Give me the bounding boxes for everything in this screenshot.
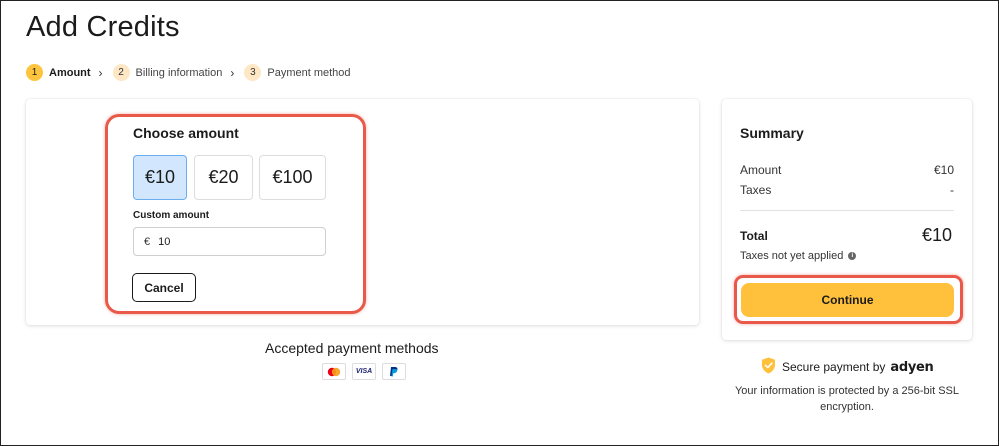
step-label: Billing information bbox=[135, 66, 223, 79]
chevron-right-icon: › bbox=[230, 65, 235, 80]
total-value: €10 bbox=[921, 225, 952, 245]
visa-text: VISA bbox=[355, 368, 373, 375]
continue-button[interactable]: Continue bbox=[741, 283, 954, 317]
step-billing-information[interactable]: 2 Billing information bbox=[112, 64, 223, 81]
currency-prefix: € bbox=[144, 235, 151, 248]
step-number: 3 bbox=[244, 64, 262, 81]
summary-taxes-value: - bbox=[950, 183, 954, 197]
choose-amount-title: Choose amount bbox=[133, 125, 239, 141]
custom-amount-input[interactable] bbox=[158, 235, 309, 248]
custom-amount-label: Custom amount bbox=[133, 210, 210, 221]
step-number: 2 bbox=[112, 64, 130, 81]
summary-divider bbox=[740, 210, 954, 211]
amount-option-10[interactable]: €10 bbox=[133, 155, 187, 200]
page-title: Add Credits bbox=[26, 11, 180, 43]
step-label: Payment method bbox=[267, 66, 351, 79]
adyen-logo: adyen bbox=[890, 359, 934, 375]
secure-payment-line: Secure payment by adyen bbox=[761, 357, 934, 377]
total-label: Total bbox=[740, 229, 768, 243]
visa-icon: VISA bbox=[352, 363, 376, 380]
step-number: 1 bbox=[26, 64, 43, 81]
amount-option-100[interactable]: €100 bbox=[259, 155, 326, 200]
ssl-description: Your information is protected by a 256-b… bbox=[734, 385, 959, 413]
step-label: Amount bbox=[49, 66, 91, 79]
summary-taxes-row: Taxes - bbox=[740, 183, 954, 197]
taxes-note-text: Taxes not yet applied bbox=[740, 250, 844, 262]
summary-amount-row: Amount €10 bbox=[740, 163, 954, 177]
step-payment-method[interactable]: 3 Payment method bbox=[244, 64, 351, 81]
secure-payment-text: Secure payment by bbox=[782, 360, 886, 374]
paypal-icon bbox=[382, 363, 406, 380]
info-icon[interactable]: i bbox=[848, 252, 857, 260]
accepted-payment-methods-title: Accepted payment methods bbox=[265, 340, 439, 356]
summary-amount-value: €10 bbox=[933, 163, 954, 177]
stepper: 1 Amount › 2 Billing information › 3 Pay… bbox=[26, 64, 351, 81]
mastercard-icon bbox=[322, 363, 346, 380]
payment-method-icons: VISA bbox=[322, 363, 406, 380]
chevron-right-icon: › bbox=[98, 65, 103, 80]
custom-amount-field[interactable]: € bbox=[133, 227, 326, 256]
summary-title: Summary bbox=[740, 125, 804, 141]
taxes-note: Taxes not yet applied i bbox=[740, 250, 857, 262]
amount-option-20[interactable]: €20 bbox=[194, 155, 253, 200]
cancel-button[interactable]: Cancel bbox=[132, 273, 196, 302]
summary-taxes-label: Taxes bbox=[740, 183, 772, 197]
summary-amount-label: Amount bbox=[740, 163, 782, 177]
step-amount[interactable]: 1 Amount bbox=[26, 64, 91, 81]
shield-check-icon bbox=[761, 357, 776, 377]
